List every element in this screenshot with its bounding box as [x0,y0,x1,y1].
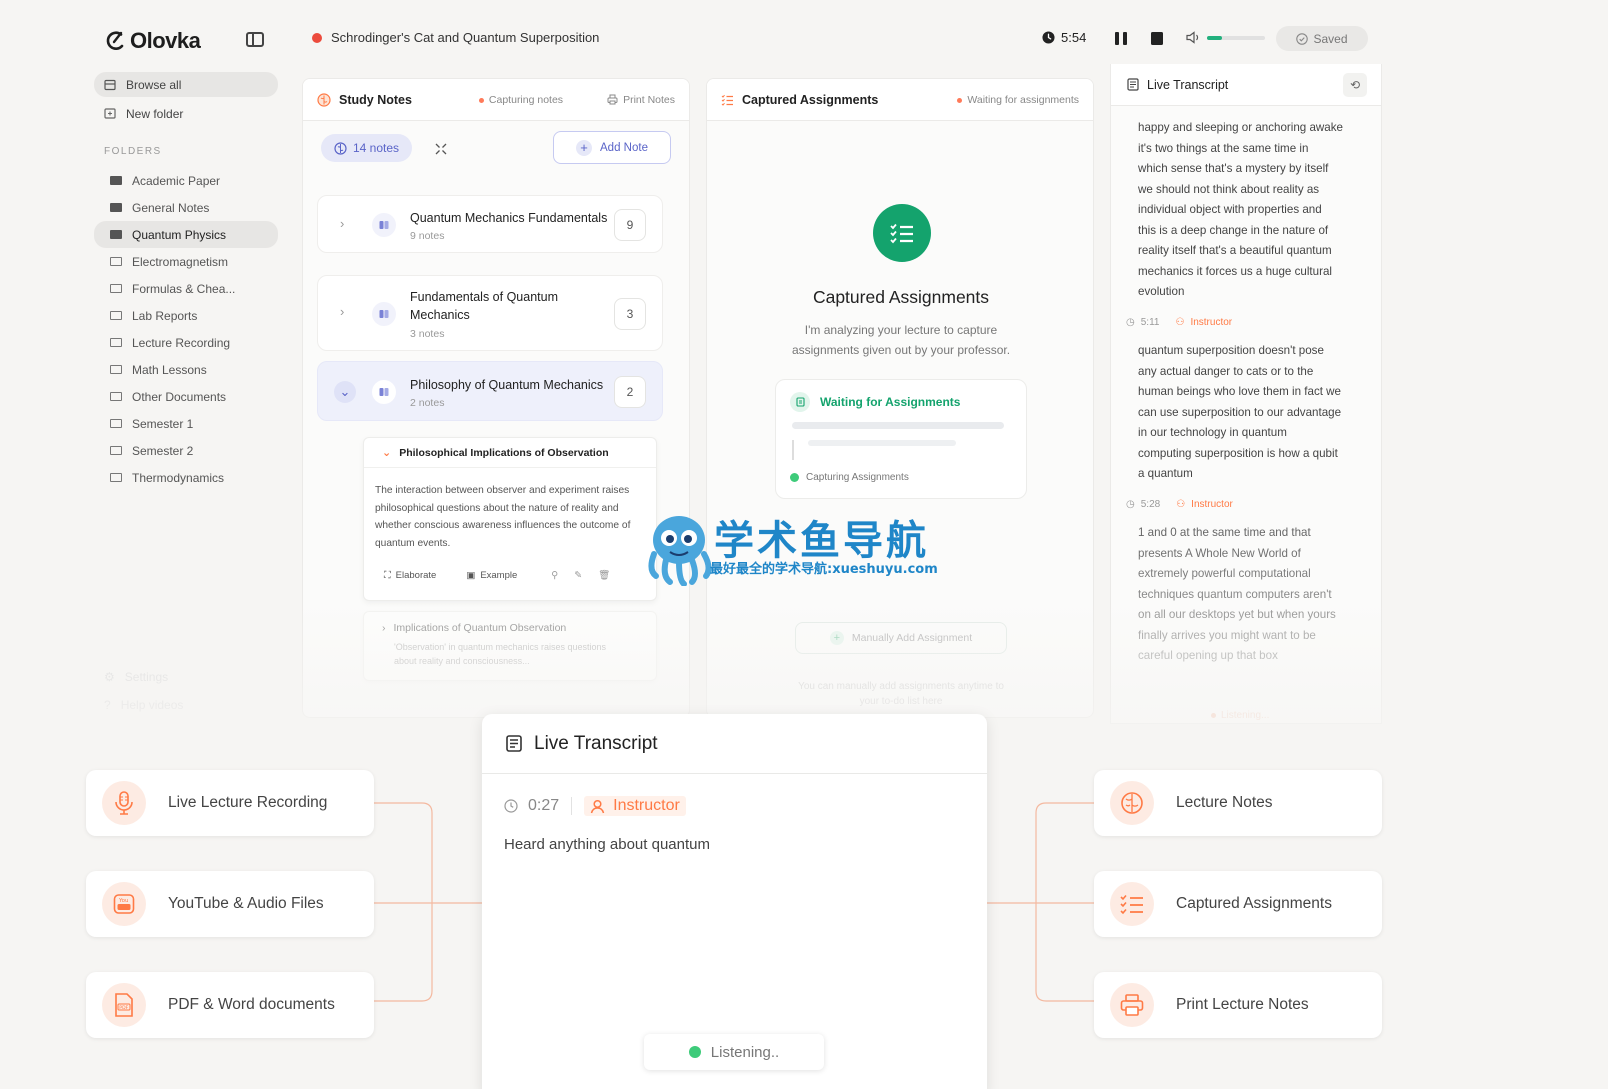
live-transcript-popup: Live Transcript 0:27 Instructor Heard an… [482,714,987,1089]
watermark-logo: 学术鱼导航 最好最全的学术导航:xueshuyu.com [644,508,966,588]
clock-icon [504,799,518,813]
speaker-tag: Instructor [584,796,686,816]
feature-label: Lecture Notes [1176,794,1273,811]
octopus-mascot-icon [648,516,712,586]
feature-label: Print Lecture Notes [1176,996,1309,1013]
popup-transcript-text: Heard anything about quantum [504,836,710,853]
brain-icon [1110,781,1154,825]
feature-card[interactable]: PDF PDF & Word documents [86,972,374,1038]
popup-header: Live Transcript [482,714,987,774]
feature-card[interactable]: Lecture Notes [1094,770,1382,836]
feature-label: Live Lecture Recording [168,794,328,811]
microphone-icon [102,781,146,825]
checklist-icon [1110,882,1154,926]
listening-indicator: Listening.. [644,1034,824,1070]
feature-label: PDF & Word documents [168,996,335,1013]
svg-text:You: You [118,898,128,904]
printer-icon [1110,983,1154,1027]
pdf-icon: PDF [102,983,146,1027]
transcript-icon [506,735,522,752]
watermark-subtitle: 最好最全的学术导航:xueshuyu.com [710,562,938,577]
popup-time: 0:27 [528,797,560,814]
user-icon [590,799,605,813]
youtube-icon: You [102,882,146,926]
svg-text:PDF: PDF [119,1005,128,1011]
listening-dot-icon [688,1046,701,1058]
popup-segment-meta: 0:27 Instructor [504,796,686,816]
feature-card[interactable]: You YouTube & Audio Files [86,871,374,937]
feature-card[interactable]: Captured Assignments [1094,871,1382,937]
feature-card[interactable]: Live Lecture Recording [86,770,374,836]
feature-label: YouTube & Audio Files [168,895,324,912]
popup-title: Live Transcript [534,732,658,754]
feature-card[interactable]: Print Lecture Notes [1094,972,1382,1038]
feature-label: Captured Assignments [1176,895,1332,912]
listening-label: Listening.. [710,1043,780,1061]
